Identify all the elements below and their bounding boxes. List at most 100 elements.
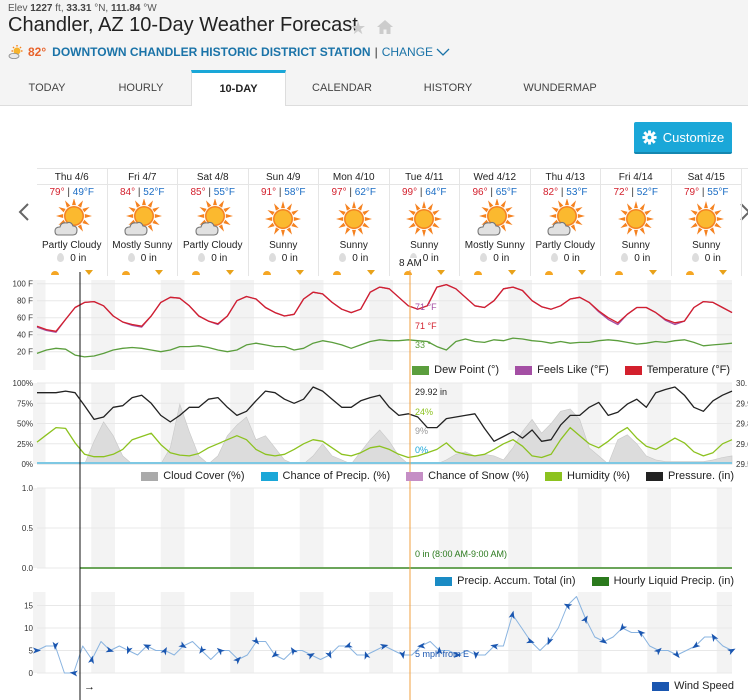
raindrop-icon xyxy=(339,253,347,262)
day-card[interactable]: Wed 4/12 96° | 65°F Mostly Sunny 0 in xyxy=(460,169,531,276)
pressure-y-tick: 29.8 xyxy=(736,420,748,429)
day-temps: 84° | 52°F xyxy=(119,187,165,198)
pressure-y-tick: 29.9 xyxy=(736,399,748,408)
legend-swatch xyxy=(406,471,424,481)
forecast-charts: 100 F80 F60 F40 F20 F100%75%50%25%0%30.2… xyxy=(13,270,748,700)
legend-item[interactable]: Temperature (°F) xyxy=(624,364,730,376)
chevron-down-icon[interactable] xyxy=(436,47,450,57)
day-card[interactable]: Sat 4/15 79° | 55°F Sunny 0 in xyxy=(671,169,742,276)
day-temps: 85° | 55°F xyxy=(190,187,235,198)
customize-button[interactable]: Customize xyxy=(634,122,732,154)
tab-hourly[interactable]: HOURLY xyxy=(104,70,178,106)
mostly-sunny-icon xyxy=(477,199,515,236)
raindrop-icon xyxy=(480,253,488,262)
legend-label: Humidity (%) xyxy=(567,470,630,482)
page-title: Chandler, AZ 10-Day Weather Forecast xyxy=(8,14,358,36)
tab-wundermap[interactable]: WUNDERMAP xyxy=(510,70,610,106)
day-precip: 0 in xyxy=(37,253,107,264)
customize-label: Customize xyxy=(662,129,725,145)
temp-y-tick: 60 F xyxy=(17,314,33,323)
day-card[interactable]: Thu 4/6 79° | 49°F Partly Cloudy 0 in xyxy=(37,169,108,276)
day-condition: Mostly Sunny xyxy=(112,240,173,251)
wind-direction-arrow xyxy=(271,650,280,658)
day-card[interactable]: Fri 4/14 72° | 52°F Sunny 0 in xyxy=(601,169,672,276)
legend-item[interactable]: Pressure. (in) xyxy=(645,470,734,482)
change-station-link[interactable]: CHANGE xyxy=(382,45,433,59)
sunny-icon xyxy=(688,201,725,237)
tab-10-day[interactable]: 10-DAY xyxy=(191,70,286,107)
day-card[interactable]: Sun 4/9 91° | 58°F Sunny 0 in xyxy=(248,169,319,276)
percent-y-tick: 50% xyxy=(17,420,33,429)
legend-item[interactable]: Chance of Precip. (%) xyxy=(260,470,390,482)
night-band xyxy=(102,280,116,370)
low-temp: 49°F xyxy=(72,187,94,198)
tooltip-pressure: 29.92 in xyxy=(415,387,447,397)
precip-amount: 0 in xyxy=(281,253,298,264)
legend-swatch xyxy=(260,471,278,481)
legend-item[interactable]: Wind Speed xyxy=(652,680,734,692)
high-temp: 85° xyxy=(190,187,206,198)
tooltip-cloud-cover: 9% xyxy=(415,426,428,436)
pressure-y-tick: 29.5 xyxy=(736,460,748,469)
current-temperature: 82° xyxy=(28,45,47,59)
day-temps: 96° | 65°F xyxy=(472,187,517,198)
night-band xyxy=(311,592,324,673)
day-condition: Partly Cloudy xyxy=(183,240,243,251)
raindrop-icon xyxy=(198,253,206,262)
partly-cloudy-icon xyxy=(547,199,586,236)
night-band xyxy=(380,280,394,370)
tab-calendar[interactable]: CALENDAR xyxy=(300,70,384,106)
legend-item[interactable]: Chance of Snow (%) xyxy=(406,470,529,482)
elevation-info: Elev 1227 ft, 33.31 °N, 111.84 °W xyxy=(8,3,157,14)
star-icon[interactable]: ★ xyxy=(350,18,366,39)
sunny-icon xyxy=(265,201,302,237)
day-precip: 0 in xyxy=(672,253,742,264)
home-icon[interactable] xyxy=(376,18,394,36)
tooltip-wind: 5 mph from E xyxy=(415,649,469,659)
legend-item[interactable]: Cloud Cover (%) xyxy=(141,470,245,482)
legend-item[interactable]: Precip. Accum. Total (in) xyxy=(435,575,576,587)
tab-bar: TODAY HOURLY 10-DAY CALENDAR HISTORY WUN… xyxy=(0,70,748,107)
day-precip: 0 in xyxy=(108,253,178,264)
scroll-arrow-icon: → xyxy=(84,681,95,693)
day-card[interactable]: Sat 4/8 85° | 55°F Partly Cloudy 0 in xyxy=(178,169,249,276)
day-condition: Sunny xyxy=(692,240,721,251)
tooltip-dew-point: 33 ° xyxy=(415,340,432,350)
legend-swatch xyxy=(645,471,663,481)
percent-y-tick: 75% xyxy=(17,399,33,408)
legend-item[interactable]: Hourly Liquid Precip. (in) xyxy=(591,575,734,587)
legend-item[interactable]: Feels Like (°F) xyxy=(515,364,609,376)
low-temp: 58°F xyxy=(284,187,306,198)
high-temp: 82° xyxy=(542,187,559,198)
legend-label: Dew Point (°) xyxy=(434,364,500,376)
tab-today[interactable]: TODAY xyxy=(10,70,84,106)
tooltip-humidity: 24% xyxy=(415,407,433,417)
day-date: Sat 4/8 xyxy=(178,171,248,185)
day-card[interactable]: Mon 4/10 97° | 62°F Sunny 0 in xyxy=(319,169,390,276)
day-card[interactable]: Thu 4/13 82° | 53°F Partly Cloudy 0 in xyxy=(530,169,601,276)
tab-history[interactable]: HISTORY xyxy=(410,70,486,106)
day-card[interactable]: Fri 4/7 84° | 52°F Mostly Sunny 0 in xyxy=(107,169,178,276)
temp-y-tick: 80 F xyxy=(17,297,33,306)
legend-item[interactable]: Humidity (%) xyxy=(545,470,630,482)
day-precip: 0 in xyxy=(178,253,248,264)
station-name-link[interactable]: DOWNTOWN CHANDLER HISTORIC DISTRICT STAT… xyxy=(52,45,370,59)
legend-swatch xyxy=(435,576,453,586)
day-date: Mon 4/10 xyxy=(319,171,389,185)
low-temp: 65°F xyxy=(495,187,517,198)
day-condition: Sunny xyxy=(339,240,368,251)
legend-label: Cloud Cover (%) xyxy=(163,470,245,482)
separator: | xyxy=(374,45,378,59)
legend-item[interactable]: Dew Point (°) xyxy=(412,364,499,376)
tooltip-precip: 0 in (8:00 AM-9:00 AM) xyxy=(415,549,507,559)
cursor-time-label: 8 AM xyxy=(398,258,423,269)
sunny-icon xyxy=(406,201,443,237)
chevron-left-icon[interactable] xyxy=(18,203,30,221)
low-temp: 55°F xyxy=(707,187,729,198)
precip-amount: 0 in xyxy=(70,253,87,264)
pressure-y-tick: 29.6 xyxy=(736,440,748,449)
day-date: Fri 4/14 xyxy=(601,171,671,185)
wind-y-tick: 15 xyxy=(24,602,33,611)
tooltip-temperature: 71 °F xyxy=(415,321,437,331)
sunny-icon xyxy=(617,201,654,237)
